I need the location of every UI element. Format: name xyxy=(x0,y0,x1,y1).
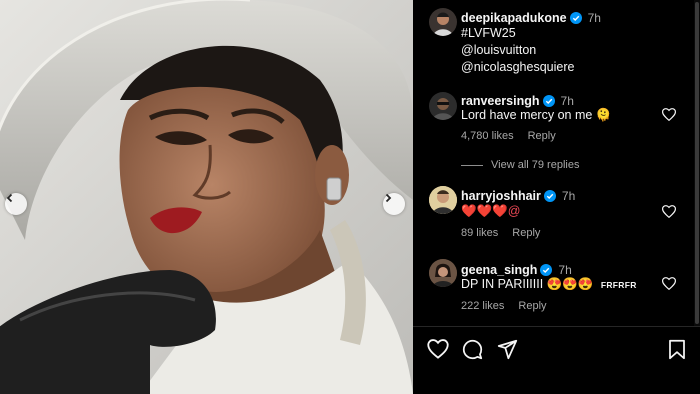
like-comment-heart-icon[interactable] xyxy=(662,205,676,218)
comment-username[interactable]: harryjoshhair xyxy=(461,189,541,203)
comment-meta: 89 likes Reply xyxy=(461,227,554,239)
comments-panel: deepikapadukone 7h #LVFW25 @louisvuitton … xyxy=(413,0,700,394)
verified-badge-icon xyxy=(542,95,555,107)
post-timestamp[interactable]: 7h xyxy=(588,11,601,25)
author-avatar[interactable] xyxy=(429,8,457,36)
comments-scrollbar[interactable] xyxy=(694,0,700,326)
like-comment-heart-icon[interactable] xyxy=(662,108,676,121)
heart-icon[interactable] xyxy=(427,339,449,359)
comment-text: Lord have mercy on me 🫠 xyxy=(461,108,612,122)
comment-meta: 222 likes Reply xyxy=(461,300,561,312)
comment-body: DP IN PARIIIIII 😍😍😍 xyxy=(461,277,594,291)
verified-badge-icon xyxy=(540,264,553,276)
replies-divider xyxy=(461,164,483,166)
view-replies-label: View all 79 replies xyxy=(491,159,580,171)
comment-text: ❤️❤️❤️@ xyxy=(461,204,521,218)
scrollbar-thumb[interactable] xyxy=(695,2,699,324)
chevron-left-icon xyxy=(6,193,13,203)
reply-button[interactable]: Reply xyxy=(518,300,546,312)
caption-line[interactable]: @nicolasghesquiere xyxy=(461,59,574,76)
comment-text: DP IN PARIIIIII 😍😍😍 FRFRFR xyxy=(461,276,637,294)
commenter-avatar[interactable] xyxy=(429,186,457,214)
like-comment-heart-icon[interactable] xyxy=(662,277,676,290)
bookmark-icon[interactable] xyxy=(668,339,686,360)
commenter-avatar[interactable] xyxy=(429,92,457,120)
verified-badge-icon xyxy=(569,12,582,24)
reply-button[interactable]: Reply xyxy=(528,130,556,142)
view-replies-button[interactable]: View all 79 replies xyxy=(461,159,579,171)
portrait-image xyxy=(0,0,413,394)
post-photo xyxy=(0,0,413,394)
comment-likes[interactable]: 89 likes xyxy=(461,227,498,239)
chevron-right-icon xyxy=(385,193,392,203)
post-author-username[interactable]: deepikapadukone xyxy=(461,11,567,25)
comment-likes[interactable]: 222 likes xyxy=(461,300,504,312)
comment-tag: FRFRFR xyxy=(600,280,637,290)
comment-timestamp[interactable]: 7h xyxy=(558,263,571,277)
comment-timestamp[interactable]: 7h xyxy=(562,189,575,203)
comment-timestamp[interactable]: 7h xyxy=(561,94,574,108)
caption-line[interactable]: #LVFW25 xyxy=(461,25,516,42)
reply-button[interactable]: Reply xyxy=(512,227,540,239)
comment-likes[interactable]: 4,780 likes xyxy=(461,130,514,142)
verified-badge-icon xyxy=(543,190,556,202)
comment-username[interactable]: geena_singh xyxy=(461,263,537,277)
comment-icon[interactable] xyxy=(462,339,483,360)
caption-line[interactable]: @louisvuitton xyxy=(461,42,536,59)
carousel-next-button[interactable] xyxy=(383,193,405,215)
comment-meta: 4,780 likes Reply xyxy=(461,130,570,142)
action-bar-divider xyxy=(413,326,700,327)
carousel-prev-button[interactable] xyxy=(5,193,27,215)
commenter-avatar[interactable] xyxy=(429,259,457,287)
comment-username[interactable]: ranveersingh xyxy=(461,94,540,108)
share-icon[interactable] xyxy=(497,339,518,360)
